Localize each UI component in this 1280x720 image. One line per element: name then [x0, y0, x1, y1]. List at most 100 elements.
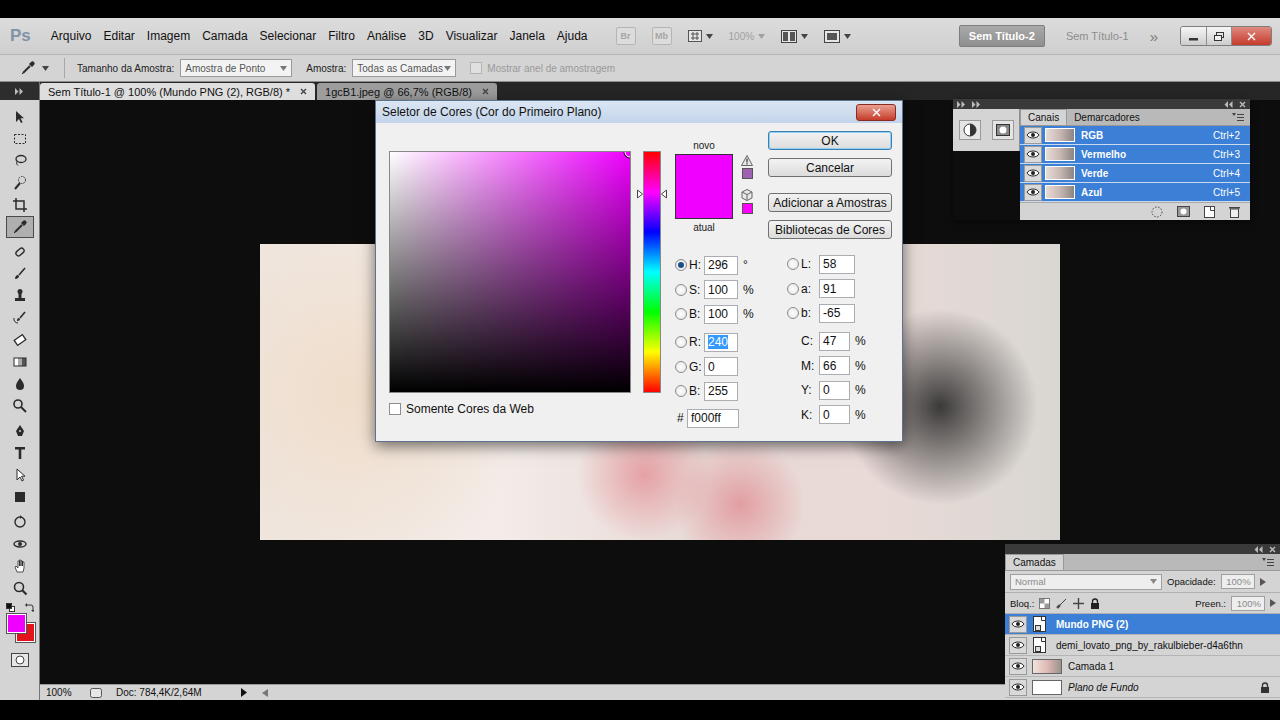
menu-item[interactable]: Imagem [141, 27, 196, 45]
value-input[interactable]: 100 [704, 280, 738, 299]
visibility-toggle[interactable] [1024, 146, 1042, 163]
document-tab[interactable]: Sem Título-1 @ 100% (Mundo PNG (2), RGB/… [40, 83, 315, 100]
blend-mode-select[interactable]: Normal [1010, 574, 1162, 590]
color-field[interactable] [389, 151, 631, 393]
tool-button[interactable] [6, 150, 34, 172]
tool-button[interactable] [6, 395, 34, 417]
checkbox[interactable] [389, 403, 401, 415]
option-select[interactable]: Todas as Camadas [352, 59, 456, 77]
radio-button[interactable] [787, 307, 799, 319]
value-input[interactable]: 0 [704, 357, 738, 376]
hue-slider[interactable] [637, 151, 667, 393]
tool-button[interactable] [6, 106, 34, 128]
save-selection-button[interactable] [1177, 206, 1190, 217]
radio-button[interactable] [787, 258, 799, 270]
value-input[interactable]: 296 [704, 256, 738, 275]
app-bar-dropdown[interactable] [781, 30, 808, 43]
menu-item[interactable]: Janela [503, 27, 550, 45]
tool-button[interactable] [6, 241, 34, 263]
checkbox-row[interactable]: Somente Cores da Web [389, 402, 631, 416]
value-input[interactable]: 255 [704, 382, 738, 401]
tool-button[interactable] [6, 351, 34, 373]
menu-item[interactable]: Ajuda [551, 27, 594, 45]
radio-button[interactable] [787, 283, 799, 295]
value-input[interactable]: 0 [819, 405, 850, 424]
visibility-toggle[interactable] [1024, 184, 1042, 201]
hue-marker-left[interactable] [637, 190, 643, 199]
channel-row[interactable]: RGBCtrl+2 [1020, 126, 1250, 145]
menu-item[interactable]: Filtro [322, 27, 361, 45]
dialog-button[interactable]: OK [768, 131, 892, 150]
layer-row[interactable]: Camada 1 [1005, 656, 1280, 677]
tool-button[interactable] [6, 511, 34, 533]
visibility-toggle[interactable] [1024, 127, 1042, 144]
menu-item[interactable]: Arquivo [45, 27, 98, 45]
menu-item[interactable]: Análise [361, 27, 412, 45]
tool-button[interactable] [6, 128, 34, 150]
tool-button[interactable] [6, 533, 34, 555]
tool-button[interactable] [6, 172, 34, 194]
delete-channel-button[interactable] [1229, 206, 1240, 218]
tool-button[interactable] [6, 555, 34, 577]
radio-button[interactable] [675, 284, 687, 296]
menu-item[interactable]: Visualizar [440, 27, 504, 45]
checkbox-row[interactable]: Mostrar anel de amostragem [470, 62, 615, 74]
hue-marker-right[interactable] [661, 190, 667, 199]
app-bar-button[interactable]: Br [616, 27, 636, 45]
value-input[interactable]: 66 [819, 356, 850, 375]
visibility-toggle[interactable] [1024, 165, 1042, 182]
value-input[interactable]: 58 [819, 255, 855, 274]
tool-button[interactable] [6, 442, 34, 464]
app-bar-button[interactable]: Mb [652, 27, 672, 45]
minimize-button[interactable] [1181, 27, 1206, 45]
dialog-close-button[interactable] [856, 104, 896, 121]
value-input[interactable]: 91 [819, 279, 855, 298]
dialog-button[interactable]: Bibliotecas de Cores [768, 220, 892, 239]
tool-button[interactable] [6, 329, 34, 351]
document-tab[interactable]: 1gcB1.jpeg @ 66,7% (RGB/8) [317, 83, 497, 100]
gamut-warning[interactable] [741, 155, 753, 179]
tool-preset-picker[interactable] [20, 60, 52, 76]
app-bar-dropdown[interactable]: 100% [729, 31, 766, 42]
quick-mask-button[interactable] [11, 653, 29, 667]
dialog-button[interactable]: Adicionar a Amostras [768, 193, 892, 212]
tool-button[interactable] [6, 263, 34, 285]
radio-button[interactable] [675, 385, 687, 397]
close-window-button[interactable] [1231, 27, 1271, 45]
tool-button[interactable] [6, 577, 34, 599]
tool-button[interactable] [6, 194, 34, 216]
adjustments-panel-button[interactable] [959, 120, 981, 140]
checkbox[interactable] [470, 62, 482, 74]
menu-item[interactable]: 3D [412, 27, 439, 45]
value-input[interactable]: 0 [819, 381, 850, 400]
tool-button[interactable] [6, 285, 34, 307]
layer-row[interactable]: demi_lovato_png_by_rakulbieber-d4a6thn [1005, 635, 1280, 656]
radio-button[interactable] [675, 336, 687, 348]
visibility-toggle[interactable] [1009, 679, 1027, 696]
percent-input[interactable]: 100% [1221, 574, 1255, 589]
visibility-toggle[interactable] [1009, 616, 1027, 633]
app-bar-dropdown[interactable] [824, 30, 851, 43]
foreground-color[interactable] [7, 614, 26, 633]
panel-tab[interactable]: Camadas [1005, 554, 1064, 570]
menu-item[interactable]: Editar [97, 27, 140, 45]
tool-button[interactable] [6, 464, 34, 486]
channel-row[interactable]: VermelhoCtrl+3 [1020, 145, 1250, 164]
swap-colors-button[interactable] [25, 603, 34, 612]
channel-row[interactable]: AzulCtrl+5 [1020, 183, 1250, 202]
document-button[interactable]: Sem Título-1 [1057, 26, 1138, 46]
value-input[interactable]: 240 [704, 333, 738, 352]
restore-button[interactable] [1206, 27, 1231, 45]
radio-button[interactable] [675, 361, 687, 373]
status-menu-icon[interactable] [240, 688, 248, 697]
percent-input[interactable]: 100% [1231, 596, 1265, 611]
value-input[interactable]: 100 [704, 305, 738, 324]
visibility-toggle[interactable] [1009, 637, 1027, 654]
default-colors-button[interactable] [6, 603, 15, 612]
value-input[interactable]: -65 [819, 304, 855, 323]
load-selection-button[interactable] [1151, 206, 1163, 218]
web-warning[interactable] [741, 189, 753, 214]
layer-row[interactable]: Plano de Fundo [1005, 677, 1280, 698]
channel-row[interactable]: VerdeCtrl+4 [1020, 164, 1250, 183]
visibility-toggle[interactable] [1009, 658, 1027, 675]
